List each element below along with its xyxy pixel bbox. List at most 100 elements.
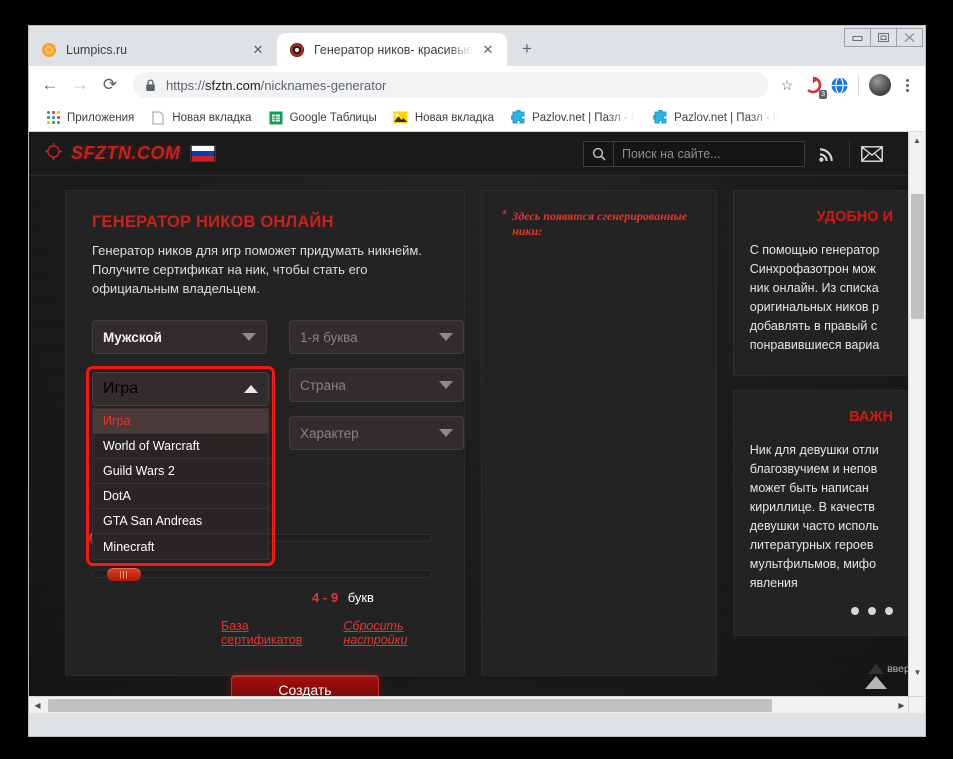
- chevron-down-icon: [439, 381, 453, 389]
- bookmark-google-sheets[interactable]: Google Таблицы: [260, 107, 385, 129]
- select-character-label: Характер: [300, 425, 359, 441]
- site-logo[interactable]: SFZTN.COM: [45, 142, 216, 165]
- carousel-dot[interactable]: [885, 607, 893, 615]
- tab-title: Генератор ников- красивые ни: [314, 42, 473, 57]
- info-card-body: С помощью генератор Синхрофазотрон мож н…: [749, 243, 880, 352]
- generator-panel: ГЕНЕРАТОР НИКОВ ОНЛАЙН Генератор ников д…: [65, 190, 465, 698]
- close-icon[interactable]: ✕: [249, 41, 267, 59]
- sheets-icon: [268, 110, 284, 126]
- vertical-scrollbar[interactable]: ▲ ▼: [908, 132, 925, 698]
- avatar[interactable]: [869, 74, 891, 96]
- game-option-igra[interactable]: Игра: [93, 409, 268, 434]
- search-input[interactable]: [614, 141, 804, 166]
- generator-form: Мужской 1-я буква Страна Характер Игра И…: [86, 320, 464, 566]
- window-controls: [844, 28, 923, 47]
- crosshair-logo-icon: [45, 142, 62, 165]
- horizontal-scroll-thumb[interactable]: [48, 699, 772, 712]
- game-option-wow[interactable]: World of Warcraft: [93, 434, 268, 459]
- length-dash: -: [322, 590, 328, 605]
- back-icon[interactable]: ←: [35, 70, 65, 100]
- bookmark-label: Новая вкладка: [172, 111, 252, 124]
- game-option-gta-san-andreas[interactable]: GTA San Andreas: [93, 509, 268, 534]
- page-icon: [150, 110, 166, 126]
- length-slider-track[interactable]: |||: [92, 568, 432, 581]
- adblock-extension-icon[interactable]: 3: [800, 72, 827, 99]
- envelope-icon[interactable]: [850, 132, 894, 176]
- browser-tab-lumpics[interactable]: Lumpics.ru ✕: [29, 33, 277, 66]
- ru-flag-icon[interactable]: [189, 145, 216, 162]
- bookmark-label: Приложения: [67, 111, 135, 124]
- info-card-title: ВАЖН: [849, 409, 893, 425]
- browser-window: Lumpics.ru ✕ Генератор ников- красивые н…: [28, 25, 926, 737]
- puzzle-icon: [652, 110, 668, 126]
- bookmark-pazlov-1[interactable]: Pazlov.net | Пазл - Со: [502, 107, 644, 129]
- site-header-right: [583, 132, 894, 176]
- scroll-down-arrow[interactable]: ▼: [909, 664, 925, 681]
- close-icon[interactable]: ✕: [479, 41, 497, 59]
- content-columns: ГЕНЕРАТОР НИКОВ ОНЛАЙН Генератор ников д…: [29, 176, 910, 698]
- select-country[interactable]: Страна: [289, 368, 464, 402]
- link-certificates-base[interactable]: База сертификатов: [221, 619, 327, 647]
- url-host: sfztn.com: [205, 77, 261, 93]
- rss-icon[interactable]: [805, 132, 849, 176]
- globe-extension-icon[interactable]: [826, 72, 852, 98]
- minimize-button[interactable]: [844, 28, 871, 47]
- carousel-dot[interactable]: [868, 607, 876, 615]
- search-icon[interactable]: [584, 141, 614, 166]
- url-scheme: https://: [166, 77, 206, 93]
- carousel-dot[interactable]: [851, 607, 859, 615]
- link-reset-settings[interactable]: Сбросить настройки: [343, 619, 464, 647]
- maximize-button[interactable]: [870, 28, 897, 47]
- intro-text: Генератор ников для игр поможет придумат…: [92, 243, 422, 296]
- image-icon: [393, 110, 409, 126]
- game-option-guild-wars-2[interactable]: Guild Wars 2: [93, 459, 268, 484]
- reload-icon[interactable]: ⟳: [95, 70, 125, 100]
- browser-tab-nickname-generator[interactable]: Генератор ников- красивые ни ✕: [277, 33, 507, 66]
- tab-title: Lumpics.ru: [66, 42, 128, 57]
- site-search[interactable]: [583, 140, 805, 167]
- select-first-letter[interactable]: 1-я буква: [289, 320, 464, 354]
- bookmarks-bar: Приложения Новая вкладка Google Таблицы …: [29, 104, 925, 132]
- bookmark-new-tab-1[interactable]: Новая вкладка: [142, 107, 259, 129]
- select-character[interactable]: Характер: [289, 416, 464, 450]
- bookmark-star-icon[interactable]: ☆: [774, 72, 800, 98]
- info-card-convenient: УДОБНО И С помощью генератор Синхрофазот…: [732, 190, 910, 376]
- scroll-up-arrow[interactable]: ▲: [909, 132, 925, 149]
- puzzle-icon: [510, 110, 526, 126]
- vertical-scroll-thumb[interactable]: [911, 194, 924, 319]
- length-slider[interactable]: |||: [92, 568, 432, 581]
- chrome-menu-icon[interactable]: [895, 78, 919, 92]
- carousel-dots[interactable]: [750, 607, 893, 615]
- bookmark-label: Google Таблицы: [289, 111, 377, 124]
- length-slider-knob[interactable]: |||: [107, 568, 141, 581]
- scroll-to-top-button[interactable]: вверх: [865, 659, 910, 689]
- game-dropdown-highlight: Игра Игра World of Warcraft Guild Wars 2…: [86, 366, 275, 566]
- game-options-list: Игра World of Warcraft Guild Wars 2 DotA…: [92, 408, 269, 560]
- scrollbar-corner: [908, 696, 925, 713]
- info-card-important: ВАЖН Ник для девушки отли благозвучием и…: [732, 390, 910, 636]
- address-bar[interactable]: https://sfztn.com/nicknames-generator: [133, 72, 768, 98]
- create-button[interactable]: Создать: [231, 675, 379, 698]
- new-tab-button[interactable]: +: [513, 35, 541, 63]
- tab-strip: Lumpics.ru ✕ Генератор ников- красивые н…: [29, 26, 925, 66]
- close-button[interactable]: [896, 28, 923, 47]
- chevron-up-icon: [244, 385, 258, 393]
- bookmark-apps[interactable]: Приложения: [37, 107, 142, 129]
- results-panel: * Здесь появятся сгенерированные ники:: [481, 190, 717, 676]
- desktop-root: Lumpics.ru ✕ Генератор ников- красивые н…: [0, 0, 953, 759]
- length-range-label: 4 - 9 букв: [66, 590, 464, 605]
- scroll-left-arrow[interactable]: ◀: [29, 697, 46, 713]
- chevron-up-icon: [865, 659, 888, 689]
- page-title: ГЕНЕРАТОР НИКОВ ОНЛАЙН: [92, 213, 334, 231]
- bookmark-new-tab-2[interactable]: Новая вкладка: [385, 107, 502, 129]
- chevron-down-icon: [242, 333, 256, 341]
- select-game[interactable]: Игра: [92, 372, 269, 406]
- site-header: SFZTN.COM: [29, 132, 910, 176]
- game-option-dota[interactable]: DotA: [93, 484, 268, 509]
- select-gender[interactable]: Мужской: [92, 320, 267, 354]
- horizontal-scrollbar[interactable]: ◀ ▶: [29, 696, 910, 713]
- bookmark-pazlov-2[interactable]: Pazlov.net | Пазл - Ка: [644, 107, 786, 129]
- forward-icon[interactable]: →: [65, 70, 95, 100]
- bookmark-label: Pazlov.net | Пазл - Со: [532, 111, 637, 124]
- game-option-minecraft[interactable]: Minecraft: [93, 534, 268, 559]
